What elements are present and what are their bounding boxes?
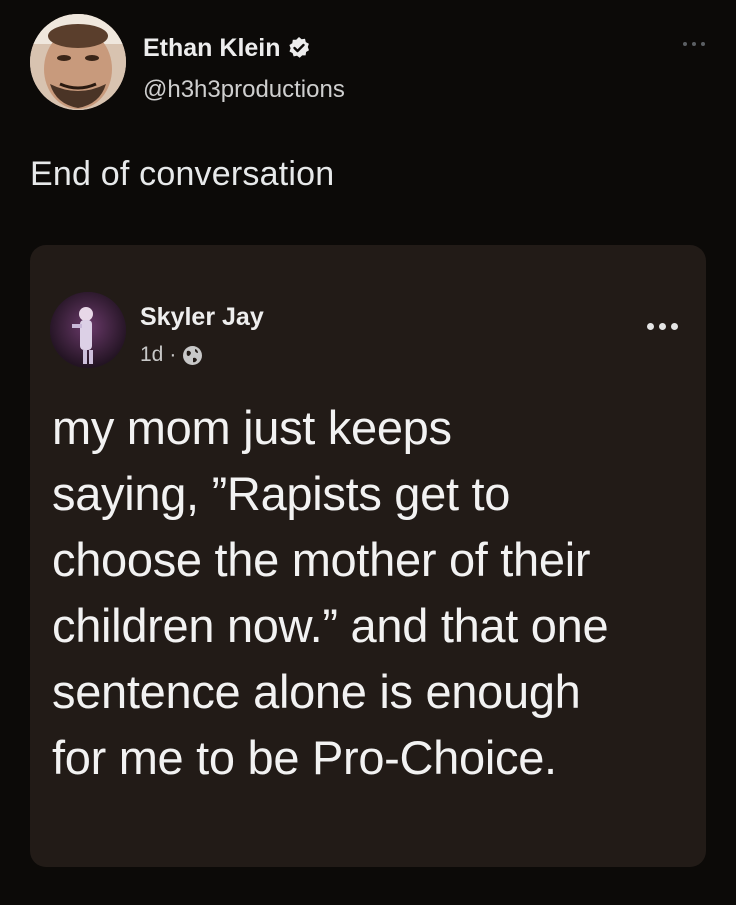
dot [647,323,654,330]
author-name-row: Ethan Klein [143,31,311,65]
dot [683,42,687,46]
author-name[interactable]: Ethan Klein [143,34,281,63]
tweet-header: Ethan Klein @h3h3productions [30,14,710,114]
more-options-icon[interactable] [674,34,714,54]
meta-separator: · [169,343,177,366]
globe-icon [182,345,203,366]
avatar-image [50,292,126,368]
dot [659,323,666,330]
author-avatar[interactable] [30,14,126,110]
avatar-image [30,14,126,110]
dot [692,42,696,46]
embedded-post-text: my mom just keeps saying, ”Rapists get t… [52,401,609,784]
embedded-author-avatar[interactable] [50,292,126,368]
verified-badge-icon [287,36,311,60]
more-options-icon[interactable] [647,323,678,330]
embedded-post-meta: 1d · [140,343,203,367]
embedded-author-name[interactable]: Skyler Jay [140,303,264,332]
author-handle[interactable]: @h3h3productions [143,76,345,104]
tweet-text: End of conversation [30,155,335,193]
embedded-post-card[interactable]: Skyler Jay 1d · my mom just keeps saying… [30,245,706,867]
post-timestamp[interactable]: 1d [140,343,163,367]
dot [701,42,705,46]
dot [671,323,678,330]
